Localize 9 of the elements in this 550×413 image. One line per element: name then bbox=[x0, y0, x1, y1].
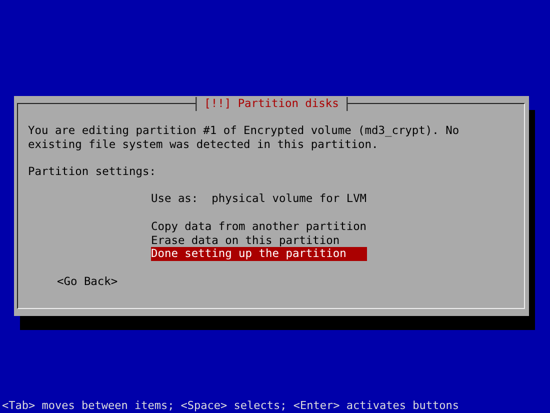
menu-item[interactable]: Done setting up the partition bbox=[151, 247, 367, 261]
dialog-title: [!!] Partition disks bbox=[195, 97, 348, 111]
menu-item[interactable]: Use as: physical volume for LVM bbox=[151, 192, 367, 206]
dialog-message: You are editing partition #1 of Encrypted volume (md3_crypt). No existing file system was detected in this partition. bbox=[28, 124, 460, 152]
menu-item[interactable]: Erase data on this partition bbox=[151, 234, 367, 248]
help-line: <Tab> moves between items; <Space> selects; <Enter> activates buttons bbox=[1, 399, 460, 413]
go-back-button[interactable]: <Go Back> bbox=[57, 274, 118, 288]
section-label: Partition settings: bbox=[28, 165, 157, 179]
menu-item[interactable]: Copy data from another partition bbox=[151, 220, 367, 234]
